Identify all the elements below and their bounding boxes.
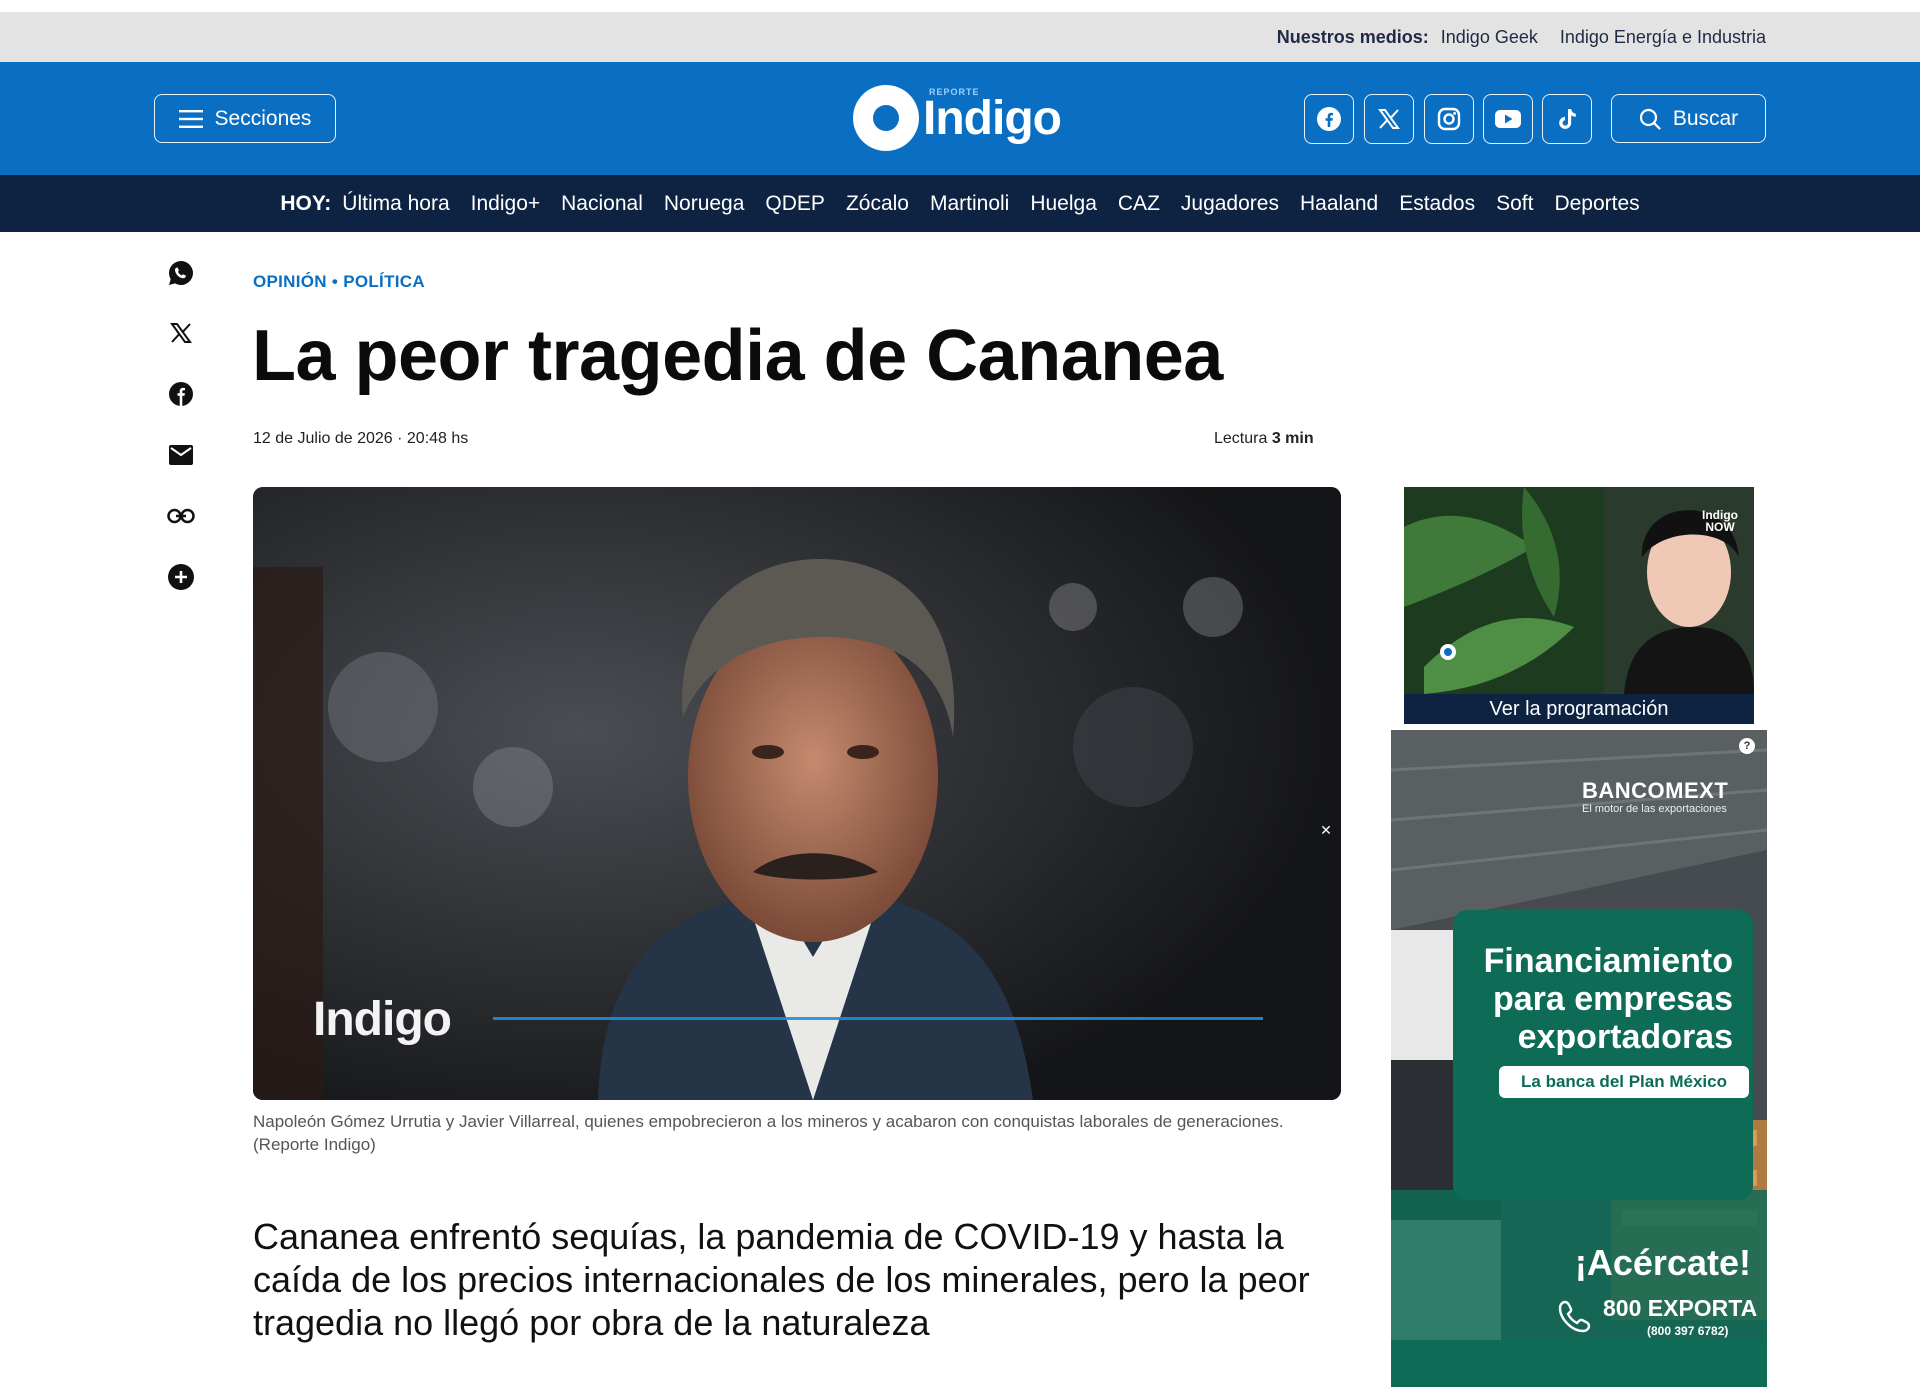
share-link-button[interactable]	[166, 501, 196, 531]
logo-text: Indigo	[923, 91, 1062, 145]
tiktok-icon	[1559, 109, 1576, 129]
x-button[interactable]	[1364, 94, 1414, 144]
nav-item-estados[interactable]: Estados	[1399, 192, 1475, 216]
video-promo-label[interactable]: Ver la programación	[1404, 694, 1754, 724]
close-icon[interactable]: ✕	[1315, 819, 1337, 841]
nav-item-caz[interactable]: CAZ	[1118, 192, 1160, 216]
logo-mark-icon	[853, 85, 919, 151]
x-icon	[1378, 109, 1400, 129]
share-whatsapp-button[interactable]	[166, 258, 196, 288]
article-lead: Cananea enfrentó sequías, la pandemia de…	[253, 1216, 1310, 1343]
ad-info-icon[interactable]: ?	[1739, 738, 1755, 754]
nav-item-ultima-hora[interactable]: Última hora	[342, 192, 449, 216]
whatsapp-icon	[168, 260, 193, 285]
ad-banner[interactable]: ? BANCOMEXT El motor de las exportacione…	[1391, 730, 1767, 1387]
ad-pill: La banca del Plan México	[1499, 1066, 1749, 1098]
media-links: Nuestros medios: Indigo Geek Indigo Ener…	[1277, 12, 1766, 62]
site-header: Secciones REPORTE Indigo Buscar	[0, 62, 1920, 175]
share-more-button[interactable]	[166, 562, 196, 592]
trending-nav: HOY: Última hora Indigo+ Nacional Norueg…	[0, 175, 1920, 232]
nav-item-qdep[interactable]: QDEP	[765, 192, 825, 216]
nav-item-soft[interactable]: Soft	[1496, 192, 1533, 216]
email-icon	[169, 445, 193, 465]
facebook-icon	[1317, 107, 1341, 131]
nav-item-deportes[interactable]: Deportes	[1554, 192, 1639, 216]
kicker-section-link[interactable]: OPINIÓN	[253, 272, 327, 291]
video-promo[interactable]: Indigo NOW Ver la programación	[1404, 487, 1754, 724]
ad-brand: BANCOMEXT	[1582, 778, 1729, 803]
share-x-button[interactable]	[166, 318, 196, 348]
nav-item-noruega[interactable]: Noruega	[664, 192, 745, 216]
reading-time: Lectura 3 min	[1214, 430, 1314, 448]
image-caption: Napoleón Gómez Urrutia y Javier Villarre…	[253, 1112, 1284, 1154]
instagram-button[interactable]	[1424, 94, 1474, 144]
media-label: Nuestros medios:	[1276, 26, 1429, 47]
search-button[interactable]: Buscar	[1611, 94, 1766, 143]
indigo-now-badge: Indigo NOW	[1702, 508, 1738, 534]
reading-minutes: 3 min	[1271, 430, 1314, 447]
top-media-bar: Nuestros medios: Indigo Geek Indigo Ener…	[0, 12, 1920, 62]
media-link-energia[interactable]: Indigo Energía e Industria	[1560, 27, 1766, 48]
phone-icon	[1558, 1300, 1591, 1333]
logo-small-text: REPORTE	[929, 86, 980, 97]
reading-label: Lectura	[1214, 430, 1272, 447]
site-logo[interactable]: REPORTE Indigo	[853, 84, 1062, 152]
kicker-separator: •	[326, 272, 344, 291]
ad-brand-tagline: El motor de las exportaciones	[1582, 803, 1727, 815]
ad-phone-number: (800 397 6782)	[1647, 1324, 1729, 1338]
nav-item-haaland[interactable]: Haaland	[1300, 192, 1378, 216]
article-date: 12 de Julio de 2026	[253, 430, 393, 447]
share-facebook-button[interactable]	[166, 379, 196, 409]
sections-button[interactable]: Secciones	[154, 94, 336, 143]
link-icon	[167, 508, 195, 524]
plus-icon	[168, 564, 194, 590]
nav-item-zocalo[interactable]: Zócalo	[846, 192, 909, 216]
youtube-icon	[1495, 110, 1521, 128]
nav-item-jugadores[interactable]: Jugadores	[1181, 192, 1279, 216]
nav-item-martinoli[interactable]: Martinoli	[930, 192, 1009, 216]
article-kicker: OPINIÓN • POLÍTICA	[253, 272, 425, 292]
facebook-icon	[169, 382, 193, 406]
media-link-geek[interactable]: Indigo Geek	[1441, 27, 1538, 48]
article-title: La peor tragedia de Cananea	[252, 316, 1223, 396]
hero-image[interactable]: Indigo ✕	[253, 487, 1341, 1100]
share-email-button[interactable]	[166, 440, 196, 470]
instagram-icon	[1437, 107, 1461, 131]
tiktok-button[interactable]	[1542, 94, 1592, 144]
search-icon	[1639, 108, 1661, 130]
article-dateline: 12 de Julio de 2026 · 20:48 hs	[253, 430, 468, 448]
facebook-button[interactable]	[1304, 94, 1354, 144]
x-icon	[170, 323, 192, 343]
article-time: 20:48 hs	[406, 430, 469, 447]
sections-label: Secciones	[214, 106, 312, 130]
nav-item-huelga[interactable]: Huelga	[1030, 192, 1097, 216]
hamburger-icon	[178, 109, 203, 128]
hero-watermark-line	[493, 1017, 1263, 1020]
ad-headline: Financiamiento para empresas exportadora…	[1483, 942, 1733, 1056]
nav-item-nacional[interactable]: Nacional	[561, 192, 643, 216]
today-label: HOY:	[280, 191, 332, 215]
youtube-button[interactable]	[1483, 94, 1533, 144]
hero-watermark: Indigo	[313, 993, 452, 1046]
kicker-topic-link[interactable]: POLÍTICA	[343, 272, 425, 291]
date-separator: ·	[392, 430, 407, 447]
ad-cta: ¡Acércate!	[1574, 1242, 1751, 1283]
search-label: Buscar	[1672, 106, 1739, 130]
ad-phone: 800 EXPORTA	[1603, 1295, 1758, 1321]
nav-item-indigo-plus[interactable]: Indigo+	[471, 192, 540, 216]
